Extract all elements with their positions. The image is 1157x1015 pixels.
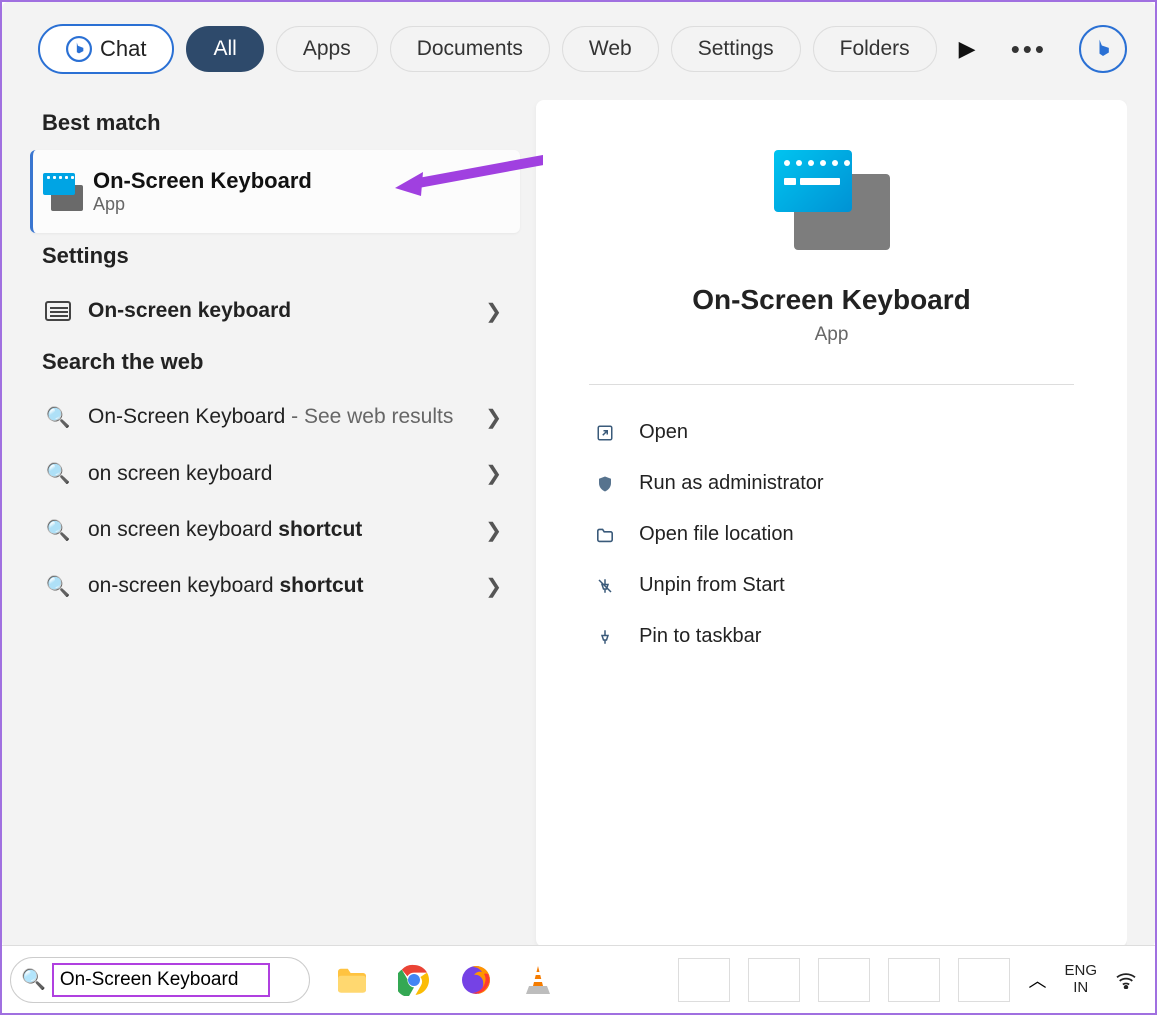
chevron-right-icon: ❯ xyxy=(485,574,502,599)
folder-icon xyxy=(593,527,617,543)
search-icon: 🔍 xyxy=(21,967,46,992)
preview-title: On-Screen Keyboard xyxy=(692,284,971,316)
chat-button[interactable]: Chat xyxy=(38,24,174,74)
chevron-right-icon: ❯ xyxy=(485,299,502,324)
best-match-result[interactable]: On-Screen Keyboard App xyxy=(30,150,520,233)
action-unpin-start[interactable]: Unpin from Start xyxy=(589,560,1074,611)
keyboard-icon xyxy=(42,301,74,321)
file-explorer-icon[interactable] xyxy=(332,960,372,1000)
tab-documents[interactable]: Documents xyxy=(390,26,550,72)
filter-tabs: Chat All Apps Documents Web Settings Fol… xyxy=(30,24,1127,74)
web-result-0[interactable]: 🔍 On-Screen Keyboard - See web results ❯ xyxy=(30,389,520,445)
search-icon: 🔍 xyxy=(42,461,74,486)
settings-heading: Settings xyxy=(42,243,520,269)
action-file-location[interactable]: Open file location xyxy=(589,509,1074,560)
keyboard-app-icon xyxy=(43,173,83,211)
action-open[interactable]: Open xyxy=(589,407,1074,458)
chevron-right-icon: ❯ xyxy=(485,518,502,543)
wifi-icon[interactable] xyxy=(1115,971,1137,989)
web-result-1[interactable]: 🔍 on screen keyboard ❯ xyxy=(30,446,520,502)
taskbar-app-placeholder[interactable] xyxy=(888,958,940,1002)
divider xyxy=(589,384,1074,385)
taskbar: 🔍 ︿ ENG IN xyxy=(2,945,1155,1013)
settings-result-osk[interactable]: On-screen keyboard ❯ xyxy=(30,283,520,339)
bing-icon xyxy=(1089,35,1117,63)
taskbar-app-placeholder[interactable] xyxy=(678,958,730,1002)
results-column: Best match On-Screen Keyboard App Settin… xyxy=(30,100,520,947)
preview-panel: On-Screen Keyboard App Open Run as admin… xyxy=(536,100,1127,947)
search-icon: 🔍 xyxy=(42,518,74,543)
taskbar-search[interactable]: 🔍 xyxy=(10,957,310,1003)
action-pin-taskbar[interactable]: Pin to taskbar xyxy=(589,611,1074,662)
search-icon: 🔍 xyxy=(42,405,74,430)
web-result-2[interactable]: 🔍 on screen keyboard shortcut ❯ xyxy=(30,502,520,558)
search-web-heading: Search the web xyxy=(42,349,520,375)
preview-subtitle: App xyxy=(815,324,849,346)
bing-button[interactable] xyxy=(1079,25,1127,73)
taskbar-app-placeholder[interactable] xyxy=(958,958,1010,1002)
chat-label: Chat xyxy=(100,36,146,62)
pin-icon xyxy=(593,628,617,646)
best-match-heading: Best match xyxy=(42,110,520,136)
bing-icon xyxy=(66,36,92,62)
chrome-icon[interactable] xyxy=(394,960,434,1000)
open-icon xyxy=(593,424,617,442)
taskbar-app-placeholder[interactable] xyxy=(748,958,800,1002)
tab-folders[interactable]: Folders xyxy=(813,26,937,72)
action-run-admin[interactable]: Run as administrator xyxy=(589,458,1074,509)
tab-apps[interactable]: Apps xyxy=(276,26,378,72)
web-result-3[interactable]: 🔍 on-screen keyboard shortcut ❯ xyxy=(30,558,520,614)
keyboard-app-icon xyxy=(774,150,890,250)
annotation-arrow-icon xyxy=(393,154,543,196)
options-menu-icon[interactable]: ••• xyxy=(997,34,1061,65)
tab-web[interactable]: Web xyxy=(562,26,659,72)
vlc-icon[interactable] xyxy=(518,960,558,1000)
search-icon: 🔍 xyxy=(42,574,74,599)
tray-overflow-icon[interactable]: ︿ xyxy=(1028,967,1046,993)
chevron-right-icon: ❯ xyxy=(485,461,502,486)
unpin-icon xyxy=(593,577,617,595)
chevron-right-icon: ❯ xyxy=(485,405,502,430)
tab-settings[interactable]: Settings xyxy=(671,26,801,72)
system-tray: ︿ ENG IN xyxy=(678,958,1147,1002)
best-match-title: On-Screen Keyboard xyxy=(93,168,312,194)
search-input[interactable] xyxy=(52,963,270,997)
shield-icon xyxy=(593,475,617,493)
firefox-icon[interactable] xyxy=(456,960,496,1000)
best-match-subtitle: App xyxy=(93,194,312,215)
language-indicator[interactable]: ENG IN xyxy=(1064,963,1097,996)
tab-all[interactable]: All xyxy=(186,26,263,72)
taskbar-app-placeholder[interactable] xyxy=(818,958,870,1002)
more-tabs-arrow-icon[interactable]: ▶ xyxy=(959,36,976,62)
